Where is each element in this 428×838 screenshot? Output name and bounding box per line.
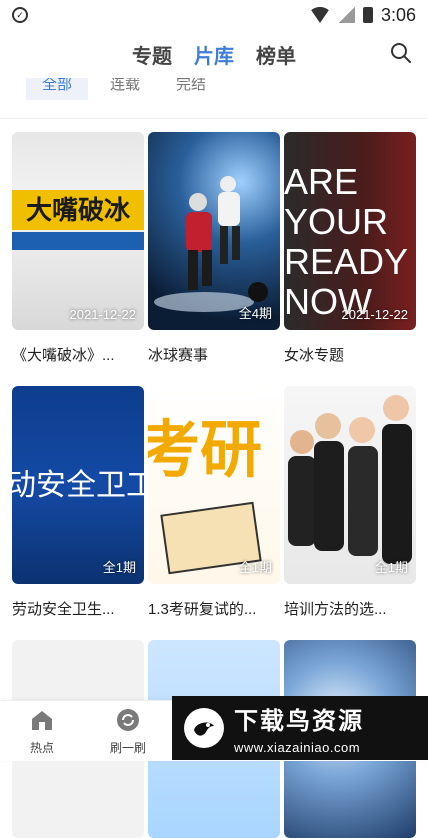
filter-all[interactable]: 全部 [26, 78, 89, 100]
filter-finished[interactable]: 完结 [160, 78, 222, 100]
card-title: 女冰专题 [284, 347, 345, 364]
status-bar: ✓ 3:06 [0, 0, 428, 30]
card-item[interactable]: 全4期 冰球赛事 [148, 132, 280, 365]
card-item[interactable]: 大嘴破冰 2021-12-22 《大嘴破冰》... [12, 132, 144, 365]
card-title: 培训方法的选... [284, 601, 387, 618]
hockey-illustration [154, 176, 268, 312]
watermark-title: 下载鸟资源 [234, 708, 364, 735]
business-people-illustration [288, 395, 412, 564]
bird-logo-icon [184, 708, 224, 748]
clock: 3:06 [380, 4, 416, 25]
thumb-text: 考研 [148, 416, 263, 485]
top-nav: 专题 片库 榜单 [0, 30, 428, 78]
status-icons: 3:06 [308, 4, 416, 26]
card-thumbnail: 考研 全1期 [148, 386, 280, 584]
thumb-text: ARE YOUR READY NOW [284, 161, 408, 322]
nav-refresh[interactable]: 刷一刷 [96, 707, 160, 756]
home-icon [32, 711, 52, 730]
card-badge: 全1期 [238, 560, 272, 575]
tab-library[interactable]: 片库 [194, 40, 234, 69]
card-item[interactable]: ARE YOUR READY NOW 2021-12-22 女冰专题 [284, 132, 416, 365]
card-title: 《大嘴破冰》... [12, 347, 115, 364]
wifi-icon [308, 7, 331, 23]
card-thumbnail: 动安全卫工 全1期 [12, 386, 144, 584]
refresh-icon [117, 709, 139, 731]
card-badge: 全1期 [374, 560, 408, 575]
card-thumbnail: ARE YOUR READY NOW 2021-12-22 [284, 132, 416, 330]
shield-icon: ✓ [12, 7, 28, 23]
watermark: 下载鸟资源 www.xiazainiao.com [172, 696, 428, 760]
tab-topics[interactable]: 专题 [132, 40, 172, 69]
nav-hot[interactable]: 热点 [10, 707, 74, 756]
watermark-url: www.xiazainiao.com [234, 740, 361, 755]
top-tabs: 专题 片库 榜单 [132, 40, 296, 69]
nav-hot-label: 热点 [29, 741, 54, 755]
tab-rankings[interactable]: 榜单 [256, 40, 296, 69]
card-badge: 全4期 [238, 306, 272, 321]
filter-bar: 全部 连载 完结 [0, 78, 428, 119]
card-badge: 2021-12-22 [341, 307, 409, 322]
card-thumbnail: 全1期 [284, 386, 416, 584]
card-title: 劳动安全卫生... [12, 601, 115, 618]
filter-serializing[interactable]: 连载 [94, 78, 156, 100]
nav-refresh-label: 刷一刷 [109, 741, 146, 755]
card-item[interactable]: 动安全卫工 全1期 劳动安全卫生... [12, 386, 144, 619]
thumb-stripe [12, 232, 144, 250]
card-title: 1.3考研复试的... [148, 601, 257, 618]
thumb-title: 大嘴破冰 [12, 190, 144, 230]
card-thumbnail: 全4期 [148, 132, 280, 330]
card-title: 冰球赛事 [148, 347, 209, 364]
card-item[interactable]: 全1期 培训方法的选... [284, 386, 416, 619]
signal-icon [338, 7, 355, 23]
search-icon[interactable] [390, 42, 412, 64]
card-thumbnail: 大嘴破冰 2021-12-22 [12, 132, 144, 330]
battery-icon [362, 7, 373, 23]
card-item[interactable]: 考研 全1期 1.3考研复试的... [148, 386, 280, 619]
card-badge: 全1期 [102, 560, 136, 575]
thumb-text: 动安全卫工 [12, 469, 144, 502]
card-badge: 2021-12-22 [69, 307, 137, 322]
